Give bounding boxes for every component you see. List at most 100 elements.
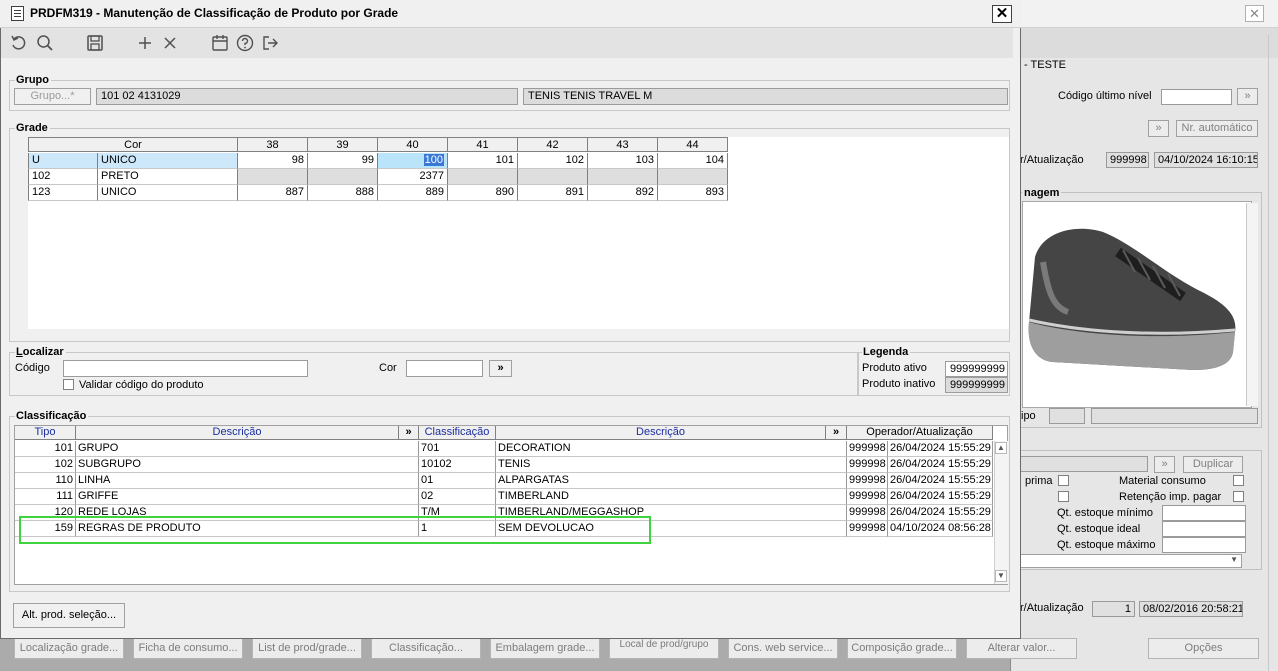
grade-header-size[interactable]: 39 bbox=[308, 137, 378, 152]
cell-operador[interactable]: 999998 bbox=[847, 489, 888, 505]
nr-automatico-arrow-button[interactable]: » bbox=[1148, 120, 1169, 137]
add-icon[interactable] bbox=[135, 33, 155, 53]
cell-operador[interactable]: 999998 bbox=[847, 473, 888, 489]
grade-cell-value[interactable] bbox=[308, 169, 378, 185]
alt-prod-selecao-button[interactable]: Alt. prod. seleção... bbox=[13, 603, 125, 628]
grade-cell-value[interactable] bbox=[238, 169, 308, 185]
cell-descricao[interactable]: GRIFFE bbox=[76, 489, 419, 505]
undo-icon[interactable] bbox=[9, 33, 29, 53]
classificacao-scrollbar[interactable] bbox=[994, 441, 1008, 584]
save-icon[interactable] bbox=[85, 33, 105, 53]
cell-classificacao[interactable]: 02 bbox=[419, 489, 496, 505]
cell-atualizacao[interactable]: 04/10/2024 08:56:28 bbox=[888, 521, 993, 537]
cell-atualizacao[interactable]: 26/04/2024 15:55:29 bbox=[888, 441, 993, 457]
duplicar-arrow-button[interactable]: » bbox=[1154, 456, 1175, 473]
opcoes-button[interactable]: Opções bbox=[1148, 638, 1259, 659]
delete-icon[interactable] bbox=[160, 33, 180, 53]
codigo-ultimo-nivel-button[interactable]: » bbox=[1237, 88, 1258, 105]
cell-descricao-classificacao[interactable]: DECORATION bbox=[496, 441, 847, 457]
grade-cell-value[interactable]: 889 bbox=[378, 185, 448, 201]
grade-cell-value[interactable]: 891 bbox=[518, 185, 588, 201]
retencao-checkbox[interactable] bbox=[1233, 491, 1244, 502]
scroll-down-icon[interactable]: ▼ bbox=[995, 570, 1007, 582]
cell-operador[interactable]: 999998 bbox=[847, 457, 888, 473]
grade-cell-value[interactable]: 102 bbox=[518, 153, 588, 169]
cell-descricao-classificacao[interactable]: TIMBERLAND bbox=[496, 489, 847, 505]
ficha-consumo-button[interactable]: Ficha de consumo... bbox=[133, 638, 243, 659]
help-icon[interactable] bbox=[235, 33, 255, 53]
grade-cell-code[interactable]: 123 bbox=[28, 185, 98, 201]
calendar-icon[interactable] bbox=[210, 33, 230, 53]
grade-cell-value[interactable]: 2377 bbox=[378, 169, 448, 185]
codigo-input[interactable] bbox=[63, 360, 308, 377]
grade-cell-value-selected[interactable]: 100 bbox=[378, 153, 448, 169]
grade-cell-value[interactable] bbox=[658, 169, 728, 185]
cell-tipo[interactable]: 101 bbox=[15, 441, 76, 457]
grade-cell-name[interactable]: UNICO bbox=[98, 185, 238, 201]
grade-cell-value[interactable]: 101 bbox=[448, 153, 518, 169]
prima-checkbox[interactable] bbox=[1058, 475, 1069, 486]
composicao-grade-button[interactable]: Composição grade... bbox=[847, 638, 957, 659]
grade-header-size[interactable]: 38 bbox=[238, 137, 308, 152]
grade-cell-value[interactable]: 103 bbox=[588, 153, 658, 169]
imagem-scrollbar[interactable] bbox=[1246, 203, 1258, 406]
classificacao-button[interactable]: Classificação... bbox=[371, 638, 481, 659]
grade-header-size[interactable]: 43 bbox=[588, 137, 658, 152]
header-tipo[interactable]: Tipo bbox=[15, 426, 76, 440]
cell-descricao-classificacao[interactable]: TENIS bbox=[496, 457, 847, 473]
material-consumo-checkbox[interactable] bbox=[1233, 475, 1244, 486]
localizar-go-button[interactable]: » bbox=[489, 360, 512, 377]
grade-cell-value[interactable]: 887 bbox=[238, 185, 308, 201]
close-icon[interactable]: ✕ bbox=[992, 5, 1012, 23]
cell-classificacao[interactable]: 10102 bbox=[419, 457, 496, 473]
search-icon[interactable] bbox=[35, 33, 55, 53]
header-classificacao[interactable]: Classificação bbox=[419, 426, 496, 440]
header-descricao-classificacao[interactable]: Descrição bbox=[496, 426, 826, 440]
cons-web-service-button[interactable]: Cons. web service... bbox=[728, 638, 838, 659]
localizacao-grade-button[interactable]: Localização grade... bbox=[14, 638, 124, 659]
qt-ideal-input[interactable] bbox=[1162, 521, 1246, 537]
cell-descricao[interactable]: SUBGRUPO bbox=[76, 457, 419, 473]
grade-cell-value[interactable]: 104 bbox=[658, 153, 728, 169]
local-prod-grupo-button[interactable]: Local de prod/grupo bbox=[609, 638, 719, 659]
grade-cell-code[interactable]: U bbox=[28, 153, 98, 169]
grupo-button[interactable]: Grupo...* bbox=[14, 88, 91, 105]
alterar-valor-button[interactable]: Alterar valor... bbox=[966, 638, 1077, 659]
cell-operador[interactable]: 999998 bbox=[847, 521, 888, 537]
grade-cell-value[interactable] bbox=[448, 169, 518, 185]
grade-cell-value[interactable]: 890 bbox=[448, 185, 518, 201]
grade-cell-value[interactable] bbox=[588, 169, 658, 185]
grade-cell-value[interactable]: 893 bbox=[658, 185, 728, 201]
second-checkbox[interactable] bbox=[1058, 491, 1069, 502]
cell-tipo[interactable]: 110 bbox=[15, 473, 76, 489]
grade-cell-value[interactable]: 892 bbox=[588, 185, 658, 201]
grade-header-cor[interactable]: Cor bbox=[28, 137, 238, 152]
background-scrollbar[interactable] bbox=[1268, 35, 1276, 671]
cell-classificacao[interactable]: 701 bbox=[419, 441, 496, 457]
duplicar-button[interactable]: Duplicar bbox=[1183, 456, 1243, 473]
validar-checkbox[interactable] bbox=[63, 379, 74, 390]
grade-header-size[interactable]: 44 bbox=[658, 137, 728, 152]
header-operador-atualizacao[interactable]: Operador/Atualização bbox=[847, 426, 993, 440]
grade-header-size[interactable]: 40 bbox=[378, 137, 448, 152]
cell-descricao[interactable]: GRUPO bbox=[76, 441, 419, 457]
exit-icon[interactable] bbox=[260, 33, 280, 53]
grade-header-size[interactable]: 42 bbox=[518, 137, 588, 152]
qt-minimo-input[interactable] bbox=[1162, 505, 1246, 521]
grade-cell-name[interactable]: UNICO bbox=[98, 153, 238, 169]
cell-tipo[interactable]: 102 bbox=[15, 457, 76, 473]
cell-operador[interactable]: 999998 bbox=[847, 441, 888, 457]
list-prod-grade-button[interactable]: List de prod/grade... bbox=[252, 638, 362, 659]
scroll-up-icon[interactable]: ▲ bbox=[995, 442, 1007, 454]
grade-cell-value[interactable]: 99 bbox=[308, 153, 378, 169]
codigo-ultimo-nivel-input[interactable] bbox=[1161, 89, 1232, 105]
cell-atualizacao[interactable]: 26/04/2024 15:55:29 bbox=[888, 457, 993, 473]
cell-operador[interactable]: 999998 bbox=[847, 505, 888, 521]
cell-atualizacao[interactable]: 26/04/2024 15:55:29 bbox=[888, 473, 993, 489]
expand-descricao2-button[interactable]: » bbox=[826, 426, 847, 440]
cor-input[interactable] bbox=[406, 360, 483, 377]
grade-cell-value[interactable]: 888 bbox=[308, 185, 378, 201]
grade-cell-value[interactable] bbox=[518, 169, 588, 185]
embalagem-grade-button[interactable]: Embalagem grade... bbox=[490, 638, 600, 659]
cell-classificacao[interactable]: 01 bbox=[419, 473, 496, 489]
